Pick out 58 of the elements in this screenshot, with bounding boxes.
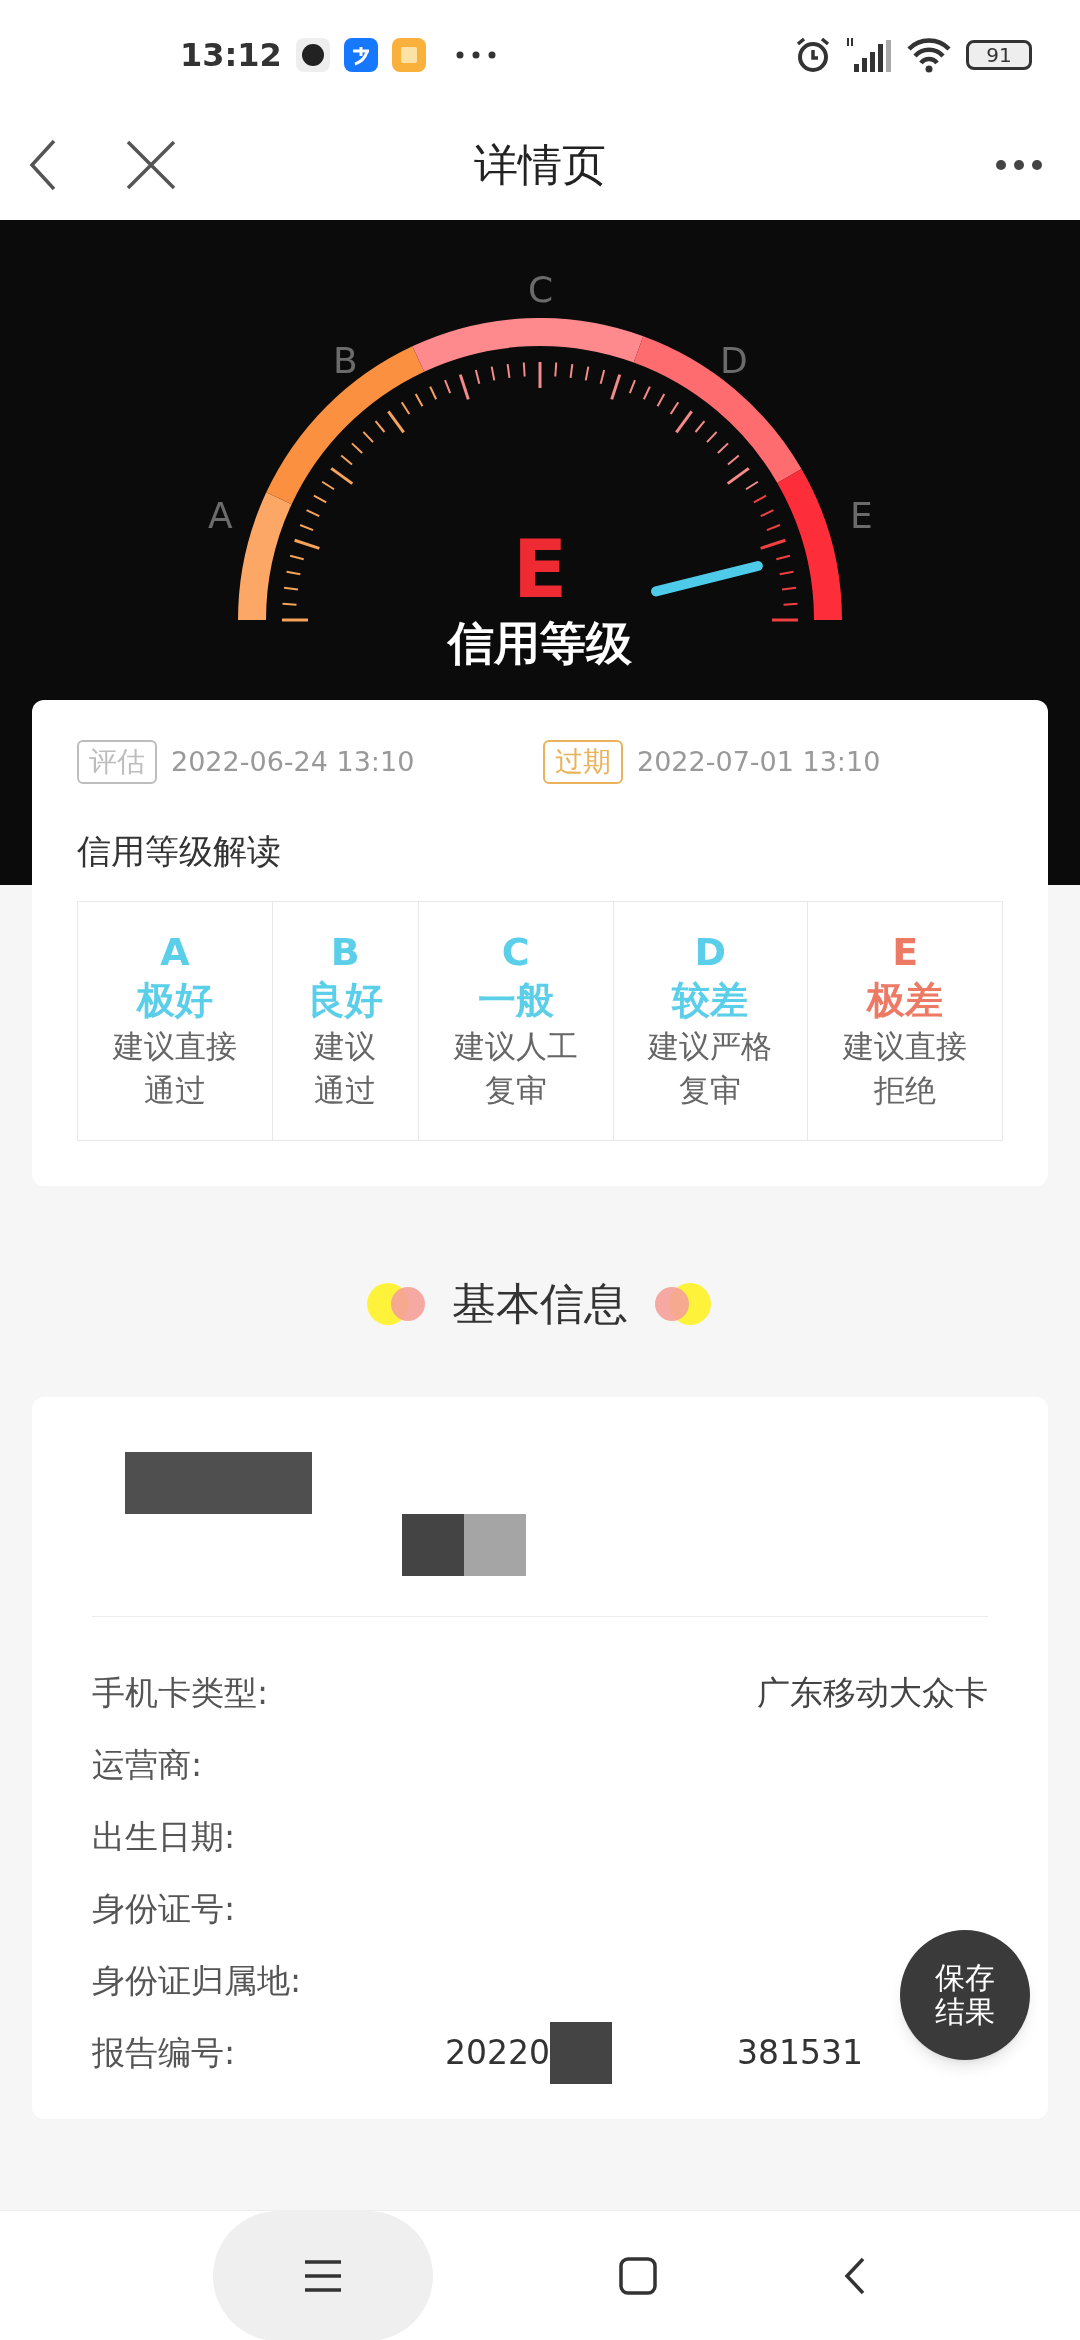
section-heading: 信用等级解读 [77, 830, 282, 874]
grade-advice: 建议人工 [453, 1027, 578, 1067]
alarm-icon [794, 36, 832, 74]
battery-indicator: 91 [966, 40, 1032, 70]
notes-app-icon [391, 38, 426, 72]
section-title: 基本信息 [452, 1277, 628, 1332]
grade-quality: 极好 [136, 977, 213, 1024]
info-value: 广东移动大众卡 [757, 1672, 988, 1715]
date-value: 2022-07-01 13:10 [637, 744, 881, 779]
info-value: 381531 [737, 2032, 863, 2075]
more-icon[interactable] [996, 160, 1042, 170]
info-label: 出生日期: [92, 1816, 236, 1859]
grade-letter: B [330, 930, 360, 976]
grade-letter: A [160, 930, 190, 976]
grade-advice: 复审 [484, 1070, 547, 1110]
home-icon[interactable] [619, 2256, 657, 2295]
info-value: 20220 [445, 2032, 550, 2075]
grade-advice: 拒绝 [874, 1070, 937, 1110]
info-label: 报告编号: [92, 2032, 236, 2075]
date-tag: 过期 [543, 740, 623, 785]
scale-label: A [208, 498, 233, 534]
grade-quality: 良好 [307, 977, 384, 1024]
grade-advice: 通过 [314, 1070, 377, 1110]
status-time: 13:12 [180, 35, 282, 76]
gauge-caption: 信用等级 [448, 620, 632, 666]
signal-icon [846, 36, 892, 74]
clock-app-icon [295, 38, 330, 72]
info-label: 身份证号: [92, 1888, 236, 1931]
grade-advice: 建议直接 [112, 1027, 237, 1067]
grade-quality: 一般 [477, 977, 554, 1024]
redaction-block [550, 2022, 612, 2085]
grade-letter: E [512, 530, 568, 610]
back-icon[interactable] [843, 2255, 867, 2296]
info-label: 身份证归属地: [92, 1960, 302, 2003]
scale-label: C [528, 272, 554, 308]
grade-advice: 建议 [314, 1027, 377, 1067]
more-icon [455, 51, 496, 59]
grade-quality: 极差 [867, 977, 944, 1024]
grade-letter: C [501, 930, 530, 976]
grade-advice: 建议直接 [843, 1027, 968, 1067]
scale-label: D [720, 343, 748, 379]
wifi-icon [906, 37, 952, 73]
info-label: 运营商: [92, 1744, 203, 1787]
grade-advice: 通过 [143, 1070, 206, 1110]
menu-icon[interactable] [303, 2258, 343, 2293]
date-value: 2022-06-24 13:10 [171, 744, 415, 779]
grade-letter: E [892, 930, 919, 976]
payment-app-icon [343, 38, 378, 72]
grade-advice: 复审 [679, 1070, 742, 1110]
page-title: 详情页 [474, 138, 606, 192]
info-label: 手机卡类型: [92, 1672, 269, 1715]
scale-label: B [333, 343, 358, 379]
grade-letter: D [694, 930, 727, 976]
grade-advice: 建议严格 [648, 1027, 773, 1067]
scale-label: E [850, 498, 873, 534]
date-tag: 评估 [77, 740, 157, 785]
close-icon[interactable] [124, 138, 178, 192]
grade-quality: 较差 [672, 977, 749, 1024]
